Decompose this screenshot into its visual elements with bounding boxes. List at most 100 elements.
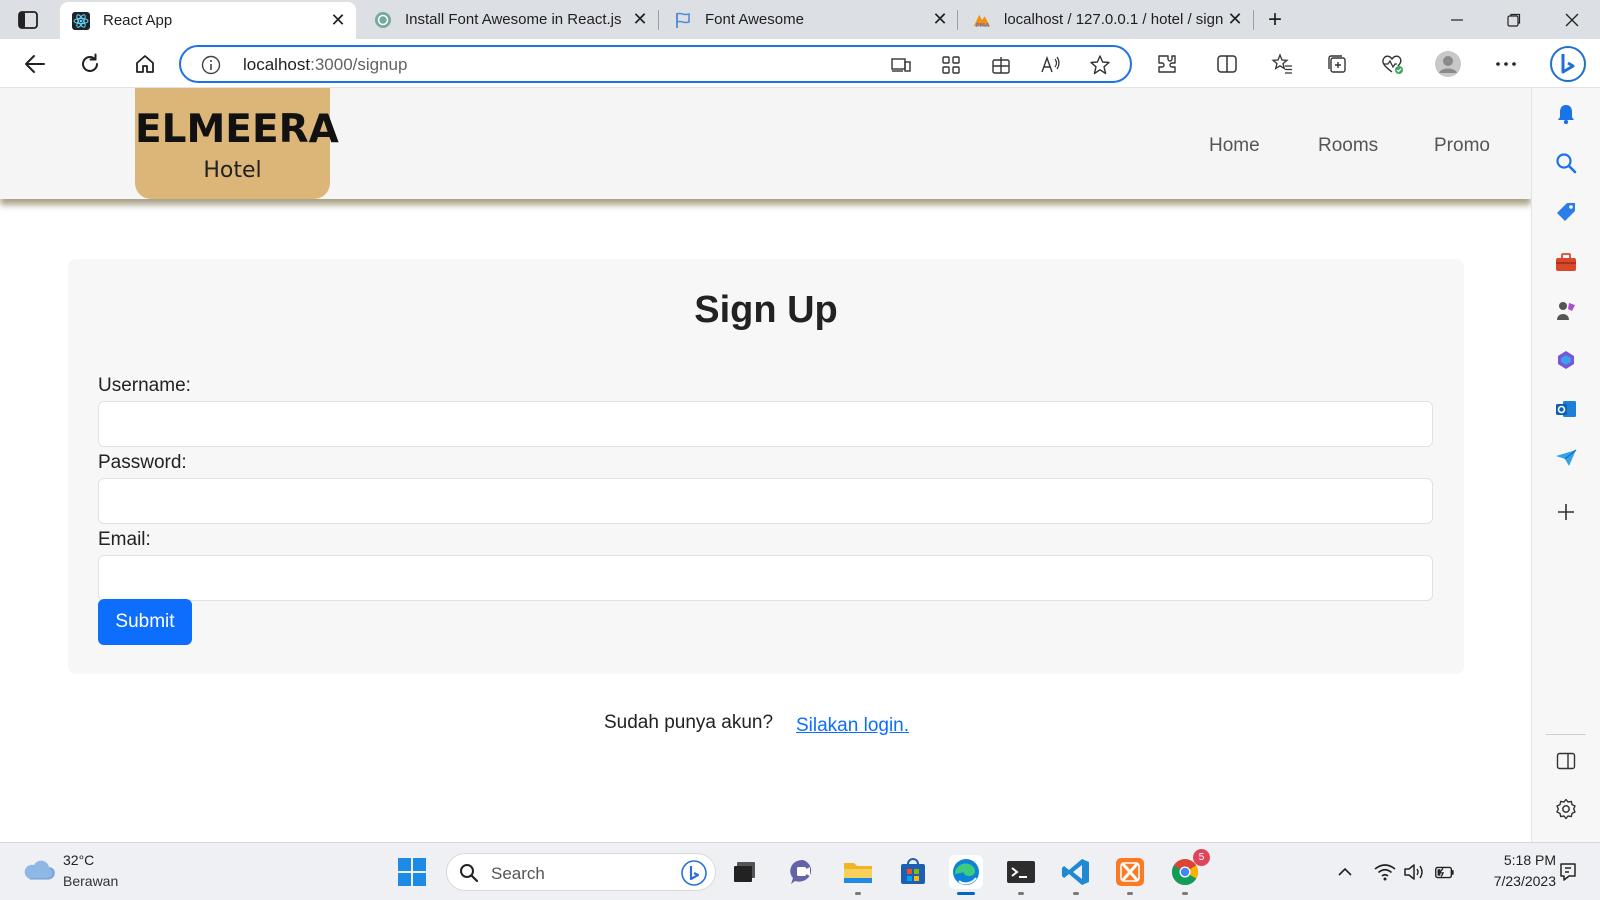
nav-promo-link[interactable]: Promo <box>1434 135 1490 157</box>
bing-copilot-icon[interactable] <box>1549 45 1587 83</box>
sidebar-divider <box>1546 734 1586 735</box>
login-link[interactable]: Silakan login. <box>796 715 909 737</box>
read-aloud-icon[interactable] <box>1040 54 1062 76</box>
outlook-icon[interactable] <box>1554 397 1578 421</box>
bing-icon <box>681 860 707 886</box>
running-indicator <box>1127 892 1133 895</box>
weather-temp[interactable]: 32°C <box>63 852 94 868</box>
more-options-icon[interactable] <box>1492 50 1520 78</box>
back-arrow-icon[interactable] <box>21 50 49 78</box>
teams-chat-icon[interactable] <box>786 855 820 889</box>
chrome-icon[interactable]: 5 <box>1168 849 1210 895</box>
edge-browser-icon[interactable] <box>949 855 983 895</box>
restore-icon[interactable] <box>1494 6 1534 34</box>
tab-install-font-awesome[interactable]: Install Font Awesome in React.js ✕ <box>362 0 658 39</box>
notification-badge: 5 <box>1193 849 1210 866</box>
taskbar-search[interactable]: Search <box>446 853 716 891</box>
username-label: Username: <box>98 375 191 396</box>
weather-desc[interactable]: Berawan <box>63 873 118 889</box>
clock-time[interactable]: 5:18 PM <box>1490 852 1556 868</box>
favorites-icon[interactable] <box>1268 50 1296 78</box>
toolbox-icon[interactable] <box>1554 250 1578 274</box>
vscode-icon[interactable] <box>1059 855 1093 895</box>
hide-sidebar-icon[interactable] <box>1554 749 1578 773</box>
username-input[interactable] <box>98 401 1433 447</box>
file-explorer-icon[interactable] <box>841 855 875 895</box>
new-tab-icon[interactable]: + <box>1263 6 1287 33</box>
password-label: Password: <box>98 452 187 473</box>
task-view-icon[interactable] <box>728 855 762 889</box>
xampp-icon[interactable] <box>1113 855 1147 895</box>
tab-separator <box>1253 10 1254 30</box>
chevron-up-icon[interactable] <box>1334 861 1356 883</box>
extensions-icon[interactable] <box>1153 50 1181 78</box>
nav-rooms-link[interactable]: Rooms <box>1318 135 1378 157</box>
password-input[interactable] <box>98 478 1433 524</box>
flag-icon <box>674 11 692 29</box>
search-placeholder: Search <box>491 864 545 883</box>
minimize-icon[interactable] <box>1437 6 1477 34</box>
split-screen-icon[interactable] <box>1213 50 1241 78</box>
wifi-icon[interactable] <box>1374 861 1396 883</box>
bell-icon[interactable] <box>1554 102 1578 126</box>
address-bar[interactable]: localhost:3000/signup <box>179 45 1132 83</box>
notifications-icon[interactable] <box>1557 861 1579 883</box>
shopping-tag-icon[interactable] <box>1554 200 1578 224</box>
cloud-icon[interactable] <box>22 857 56 883</box>
running-indicator <box>1073 892 1079 895</box>
close-icon[interactable]: ✕ <box>630 9 650 30</box>
chatgpt-icon <box>374 11 392 29</box>
send-icon[interactable] <box>1554 446 1578 470</box>
terminal-icon[interactable] <box>1004 855 1038 895</box>
microsoft-store-icon[interactable] <box>896 855 930 889</box>
clock-date[interactable]: 7/23/2023 <box>1476 873 1556 889</box>
windows-taskbar: 32°C Berawan Search 5 5:18 PM 7/23/2023 <box>0 842 1600 900</box>
svg-text:PMA: PMA <box>976 23 990 29</box>
microsoft365-icon[interactable] <box>1554 348 1578 372</box>
app-available-icon[interactable] <box>940 54 962 76</box>
close-icon[interactable]: ✕ <box>1225 9 1245 30</box>
email-input[interactable] <box>98 555 1433 601</box>
tab-actions-icon[interactable] <box>16 8 40 32</box>
page-title: Sign Up <box>694 289 838 331</box>
volume-icon[interactable] <box>1403 861 1425 883</box>
running-indicator <box>1182 892 1188 895</box>
address-host: localhost <box>243 55 311 74</box>
search-icon[interactable] <box>1554 151 1578 175</box>
running-indicator <box>855 892 861 895</box>
device-icon[interactable] <box>890 54 912 76</box>
tab-react-app[interactable]: React App ✕ <box>60 2 356 39</box>
site-navbar: ELMEERA Hotel Home Rooms Promo <box>0 88 1531 199</box>
battery-charging-icon[interactable] <box>1433 861 1455 883</box>
close-window-icon[interactable] <box>1552 6 1592 34</box>
add-icon[interactable] <box>1554 500 1578 524</box>
phpmyadmin-icon: PMA <box>973 11 991 29</box>
email-label: Email: <box>98 529 151 550</box>
home-icon[interactable] <box>131 50 159 78</box>
info-icon[interactable] <box>201 55 221 75</box>
logo-subtitle: Hotel <box>203 158 262 183</box>
tab-phpmyadmin[interactable]: PMA localhost / 127.0.0.1 / hotel / sign… <box>961 0 1253 39</box>
profile-avatar-icon[interactable] <box>1434 50 1462 78</box>
close-icon[interactable]: ✕ <box>930 9 950 30</box>
collections-icon[interactable] <box>1323 50 1351 78</box>
games-icon[interactable] <box>1554 299 1578 323</box>
hotel-logo[interactable]: ELMEERA Hotel <box>135 88 339 199</box>
signup-card: Sign Up Username: Password: Email: Submi… <box>68 259 1464 674</box>
tab-title: localhost / 127.0.0.1 / hotel / sign <box>1004 11 1224 28</box>
extensions-grid-icon[interactable] <box>990 54 1012 76</box>
reload-icon[interactable] <box>76 50 104 78</box>
star-icon[interactable] <box>1089 54 1111 76</box>
gear-icon[interactable] <box>1554 797 1578 821</box>
browser-essentials-icon[interactable] <box>1378 50 1406 78</box>
search-icon <box>459 863 479 883</box>
tab-title: Font Awesome <box>705 11 804 28</box>
nav-home-link[interactable]: Home <box>1209 135 1260 157</box>
windows-start-icon[interactable] <box>395 855 429 889</box>
react-icon <box>72 11 90 30</box>
tab-separator <box>957 10 958 30</box>
tab-font-awesome[interactable]: Font Awesome ✕ <box>662 0 958 39</box>
submit-button[interactable]: Submit <box>98 599 192 645</box>
close-icon[interactable]: ✕ <box>328 10 348 31</box>
logo-brand: ELMEERA <box>135 107 339 152</box>
